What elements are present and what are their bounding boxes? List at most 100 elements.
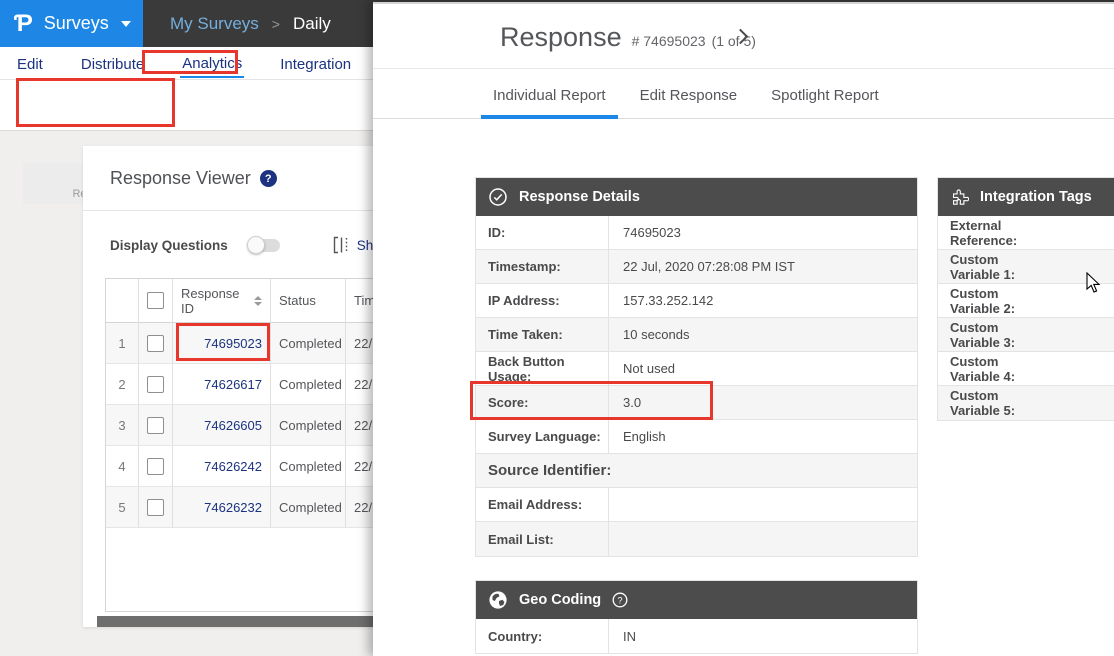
detail-row: Country: IN (476, 619, 917, 653)
nav-tab[interactable]: Distribute (79, 50, 146, 77)
detail-label: Source Identifier: (476, 454, 917, 487)
puzzle-icon (950, 188, 969, 207)
sort-icon[interactable] (254, 296, 262, 306)
panel-tabs: Individual Report Edit Response Spotligh… (373, 80, 1114, 119)
annotation-box-score (470, 381, 713, 420)
screen: Ƥ Surveys My Surveys > Daily Edit Distri… (0, 0, 1114, 656)
check-circle-icon (488, 187, 508, 207)
geo-coding-header: Geo Coding ? (476, 581, 917, 619)
detail-row: Custom Variable 3: (938, 318, 1114, 352)
breadcrumb-my-surveys[interactable]: My Surveys (170, 14, 259, 34)
response-details-header: Response Details (476, 178, 917, 216)
panel-tab[interactable]: Edit Response (628, 80, 750, 119)
chevron-down-icon (121, 21, 131, 27)
row-select-cell (139, 487, 173, 528)
detail-value (1041, 352, 1114, 385)
detail-row: Timestamp: 22 Jul, 2020 07:28:08 PM IST (476, 250, 917, 284)
detail-row: Survey Language: English (476, 420, 917, 454)
panel-tab[interactable]: Spotlight Report (759, 80, 891, 119)
row-number: 2 (106, 364, 139, 405)
annotation-box-analytics (142, 50, 238, 74)
response-id-link[interactable]: 74626617 (173, 364, 271, 405)
detail-label: Custom Variable 1: (938, 250, 1041, 283)
detail-value (1041, 216, 1114, 249)
questionpro-logo-icon: Ƥ (14, 12, 33, 36)
status-cell: Completed (271, 364, 346, 405)
columns-icon (333, 236, 350, 254)
detail-value (1041, 386, 1114, 420)
detail-label: External Reference: (938, 216, 1041, 249)
detail-row: Time Taken: 10 seconds (476, 318, 917, 352)
select-all-checkbox[interactable] (147, 292, 164, 309)
detail-label: IP Address: (476, 284, 609, 317)
panel-tab[interactable]: Individual Report (481, 80, 618, 119)
row-checkbox[interactable] (147, 499, 164, 516)
detail-row: External Reference: (938, 216, 1114, 250)
page-title: Response Viewer (110, 168, 251, 189)
detail-label: Email List: (476, 522, 609, 556)
product-menu-button[interactable]: Ƥ Surveys (0, 0, 143, 47)
row-checkbox[interactable] (147, 458, 164, 475)
breadcrumb-current-survey: Daily (293, 14, 331, 34)
detail-label: Custom Variable 4: (938, 352, 1041, 385)
integration-tags-header: Integration Tags (938, 178, 1114, 216)
integration-tags-card: Integration Tags External Reference: Cus… (937, 177, 1114, 421)
nav-tab-label: Edit (17, 56, 43, 73)
status-cell: Completed (271, 323, 346, 364)
row-number: 5 (106, 487, 139, 528)
response-id-link[interactable]: 74626605 (173, 405, 271, 446)
detail-row: Custom Variable 5: (938, 386, 1114, 420)
detail-value (1041, 318, 1114, 351)
breadcrumb-separator: > (272, 16, 280, 32)
divider (373, 68, 1114, 69)
breadcrumb: My Surveys > Daily (143, 0, 331, 47)
panel-tab-label: Spotlight Report (771, 87, 879, 104)
detail-label: Timestamp: (476, 250, 609, 283)
detail-value (1041, 284, 1114, 317)
detail-value (609, 488, 917, 521)
display-questions-label: Display Questions (110, 238, 228, 253)
response-id-header[interactable]: Response ID (173, 279, 271, 323)
display-questions-toggle[interactable] (250, 239, 280, 252)
annotation-box-responses (16, 78, 175, 127)
row-checkbox[interactable] (147, 417, 164, 434)
row-select-cell (139, 405, 173, 446)
detail-value: IN (609, 619, 917, 653)
panel-tab-label: Edit Response (640, 87, 738, 104)
annotation-box-response-id (176, 323, 270, 361)
detail-row: Source Identifier: (476, 454, 917, 488)
row-checkbox[interactable] (147, 376, 164, 393)
status-header[interactable]: Status (271, 279, 346, 323)
help-icon[interactable]: ? (260, 170, 277, 187)
detail-row: IP Address: 157.33.252.142 (476, 284, 917, 318)
detail-label: Time Taken: (476, 318, 609, 351)
detail-value (609, 522, 917, 556)
detail-value: 157.33.252.142 (609, 284, 917, 317)
row-number-header (106, 279, 139, 323)
nav-tab[interactable]: Integration (278, 50, 353, 77)
nav-tab[interactable]: Edit (15, 50, 45, 77)
nav-tab-label: Distribute (81, 56, 144, 73)
response-id-link[interactable]: 74626242 (173, 446, 271, 487)
row-number: 3 (106, 405, 139, 446)
detail-value (1041, 250, 1114, 283)
detail-row: Email List: (476, 522, 917, 556)
response-details-card: Response Details ID: 74695023 Timestamp:… (475, 177, 918, 557)
geo-help-icon[interactable]: ? (612, 592, 628, 608)
detail-label: Survey Language: (476, 420, 609, 453)
detail-label: Email Address: (476, 488, 609, 521)
panel-tab-label: Individual Report (493, 87, 606, 104)
mouse-cursor (1086, 272, 1102, 294)
detail-label: ID: (476, 216, 609, 249)
row-select-cell (139, 323, 173, 364)
detail-label: Country: (476, 619, 609, 653)
status-cell: Completed (271, 446, 346, 487)
detail-value: 74695023 (609, 216, 917, 249)
detail-row: Email Address: (476, 488, 917, 522)
response-detail-panel: Response # 74695023 (1 of 5) Individual … (373, 0, 1114, 656)
status-cell: Completed (271, 487, 346, 528)
nav-tab-label: Integration (280, 56, 351, 73)
response-id-link[interactable]: 74626232 (173, 487, 271, 528)
row-checkbox[interactable] (147, 335, 164, 352)
geo-coding-rows: Country: IN (476, 619, 917, 653)
